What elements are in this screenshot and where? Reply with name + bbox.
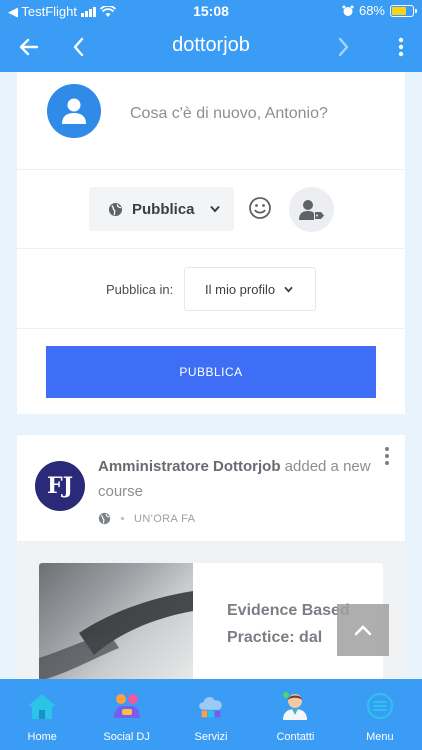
tab-menu-label: Menu: [366, 731, 394, 743]
post-composer: Cosa c'è di nuovo, Antonio? Pubblica Pub…: [17, 72, 405, 414]
globe-icon: [98, 512, 111, 525]
battery-percent: 68%: [358, 3, 385, 18]
visibility-select[interactable]: Pubblica: [89, 187, 234, 231]
post-time: UN'ORA FA: [134, 512, 196, 525]
divider: [17, 169, 405, 170]
scroll-to-top-button[interactable]: [337, 604, 389, 656]
course-image: [39, 563, 193, 693]
author-logo[interactable]: FJ: [35, 461, 85, 511]
divider: [17, 248, 405, 249]
more-vertical-icon[interactable]: [386, 32, 416, 62]
user-avatar-icon: [47, 84, 101, 138]
tab-servizi-label: Servizi: [194, 731, 228, 743]
divider: [17, 328, 405, 329]
globe-icon: [108, 202, 123, 216]
publish-in-label: Pubblica in:: [106, 282, 174, 297]
course-card[interactable]: Evidence Based Practice: dal: [39, 563, 383, 693]
tab-contatti[interactable]: Contatti: [253, 679, 337, 750]
menu-icon: [365, 691, 395, 721]
tab-contatti-label: Contatti: [276, 731, 315, 743]
status-input[interactable]: Cosa c'è di nuovo, Antonio?: [130, 105, 328, 123]
meta-separator: [121, 517, 124, 520]
page-title: dottorjob: [172, 34, 250, 56]
tab-menu[interactable]: Menu: [338, 679, 422, 750]
caret-down-icon: [209, 205, 220, 213]
tag-user-icon: [298, 199, 324, 220]
navigation-bar: dottorjob: [0, 22, 422, 72]
status-bar: ◀ TestFlight 15:08 68%: [0, 0, 422, 22]
publish-in-value: Il mio profilo: [205, 281, 276, 297]
bottom-tab-bar: Home Social DJ Servizi Contatti Menu: [0, 679, 422, 750]
tab-social-dj[interactable]: Social DJ: [84, 679, 168, 750]
home-icon: [27, 691, 57, 721]
chevron-up-icon: [354, 625, 372, 636]
cloud-icon: [196, 691, 226, 721]
post-meta: UN'ORA FA: [98, 512, 195, 525]
post-header: Amministratore Dottorjob added a new cou…: [98, 454, 380, 504]
smiley-icon[interactable]: [248, 196, 272, 220]
tab-servizi[interactable]: Servizi: [169, 679, 253, 750]
battery-icon: [390, 4, 417, 17]
post-author[interactable]: Amministratore Dottorjob: [98, 458, 281, 475]
visibility-label: Pubblica: [132, 200, 195, 218]
chevron-right-icon[interactable]: [328, 32, 358, 62]
caret-down-icon: [284, 286, 293, 293]
tab-home[interactable]: Home: [0, 679, 84, 750]
tag-user-button[interactable]: [289, 187, 334, 232]
tab-social-label: Social DJ: [103, 731, 150, 743]
post-more-icon[interactable]: [385, 447, 391, 465]
publish-button[interactable]: PUBBLICA: [46, 346, 376, 398]
alarm-icon: [342, 5, 354, 16]
social-icon: [112, 691, 142, 721]
tab-home-label: Home: [27, 731, 57, 743]
doctor-icon: [280, 691, 310, 721]
publish-in-select[interactable]: Il mio profilo: [184, 267, 316, 311]
